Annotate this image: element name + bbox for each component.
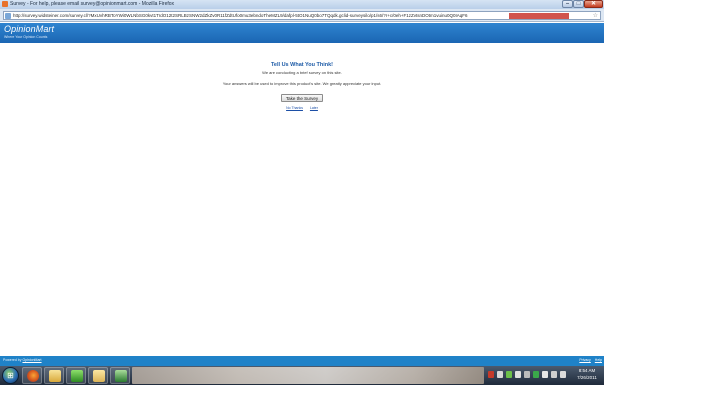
page-content: Tell Us What You Think! We are conductin… xyxy=(0,43,604,356)
system-tray xyxy=(486,370,570,381)
survey-links: No Thanks Later xyxy=(200,106,404,111)
firefox-icon xyxy=(2,1,8,7)
desktop-area-bottom xyxy=(0,385,720,405)
title-bar[interactable]: Survey - For help, please email survey@o… xyxy=(0,0,604,9)
minimize-icon: – xyxy=(565,1,570,7)
privacy-link[interactable]: Privacy xyxy=(579,358,590,362)
highlighted-url-segment xyxy=(509,13,569,19)
no-thanks-link[interactable]: No Thanks xyxy=(286,106,303,110)
firefox-taskbar-icon xyxy=(27,370,39,382)
battery-icon[interactable] xyxy=(542,371,548,378)
minimize-button[interactable]: – xyxy=(562,0,573,8)
site-header: OpinionMart Where Your Opinion Counts xyxy=(0,23,604,43)
spreadsheet-icon xyxy=(115,370,127,382)
explorer-icon xyxy=(49,370,61,382)
folder-icon xyxy=(93,370,105,382)
maximize-button[interactable]: □ xyxy=(573,0,584,8)
windows-start-orb-icon[interactable]: ⊞ xyxy=(2,367,19,384)
survey-description: We are conducting a brief survey on this… xyxy=(262,70,342,75)
taskbar-folder[interactable] xyxy=(88,367,108,384)
help-link[interactable]: Help xyxy=(595,358,602,362)
close-icon: ✕ xyxy=(590,1,597,7)
shield-icon[interactable] xyxy=(533,371,539,378)
desktop-screen: Survey - For help, please email survey@o… xyxy=(0,0,720,405)
maximize-icon: □ xyxy=(576,1,581,7)
survey-note: Your answers will be used to improve thi… xyxy=(222,81,382,86)
action-center-icon[interactable] xyxy=(551,371,557,378)
url-text[interactable]: http://survey.widsteiner.com/survey.cl/?… xyxy=(13,12,583,20)
navigation-bar: http://survey.widsteiner.com/survey.cl/?… xyxy=(0,9,604,22)
taskbar: ⊞ 8:54 AM 7/26/2011 xyxy=(0,366,604,385)
taskbar-excel[interactable] xyxy=(110,367,130,384)
show-desktop-icon[interactable] xyxy=(560,371,566,378)
take-survey-button[interactable]: Take the Survey xyxy=(280,94,324,102)
windows-logo-icon: ⊞ xyxy=(7,371,14,380)
later-link[interactable]: Later xyxy=(310,106,318,110)
site-logo[interactable]: OpinionMart Where Your Opinion Counts xyxy=(4,24,54,39)
brand-tagline: Where Your Opinion Counts xyxy=(4,35,48,39)
network-icon[interactable] xyxy=(497,371,503,378)
taskbar-explorer[interactable] xyxy=(44,367,64,384)
address-bar[interactable]: http://survey.widsteiner.com/survey.cl/?… xyxy=(3,11,601,20)
window-title: Survey - For help, please email survey@o… xyxy=(10,1,175,7)
taskbar-app-green[interactable] xyxy=(66,367,86,384)
taskbar-clock[interactable]: 8:54 AM 7/26/2011 xyxy=(570,367,604,381)
clock-date: 7/26/2011 xyxy=(577,375,597,380)
desktop-area-right xyxy=(604,0,720,405)
volume-icon[interactable] xyxy=(515,371,521,378)
power-icon[interactable] xyxy=(524,371,530,378)
taskbar-firefox[interactable] xyxy=(22,367,42,384)
app-icon xyxy=(71,370,83,382)
brand-name: OpinionMart xyxy=(4,24,55,34)
powered-by: Powered by OpinionMart xyxy=(3,356,42,365)
close-button[interactable]: ✕ xyxy=(584,0,603,8)
clock-time: 8:54 AM xyxy=(578,368,596,373)
app-tray-icon[interactable] xyxy=(506,371,512,378)
site-footer: Powered by OpinionMart Privacy Help xyxy=(0,356,604,366)
browser-window: Survey - For help, please email survey@o… xyxy=(0,0,604,366)
taskbar-open-window[interactable] xyxy=(132,367,484,384)
powered-by-text: Powered by xyxy=(3,358,23,362)
bookmark-star-icon[interactable]: ☆ xyxy=(593,12,598,20)
footer-links: Privacy Help xyxy=(576,356,602,365)
survey-invite: Tell Us What You Think! We are conductin… xyxy=(200,61,404,111)
powered-by-link[interactable]: OpinionMart xyxy=(22,358,41,362)
site-identity-icon[interactable] xyxy=(5,13,11,19)
flag-icon[interactable] xyxy=(488,371,494,378)
survey-heading: Tell Us What You Think! xyxy=(270,62,334,68)
